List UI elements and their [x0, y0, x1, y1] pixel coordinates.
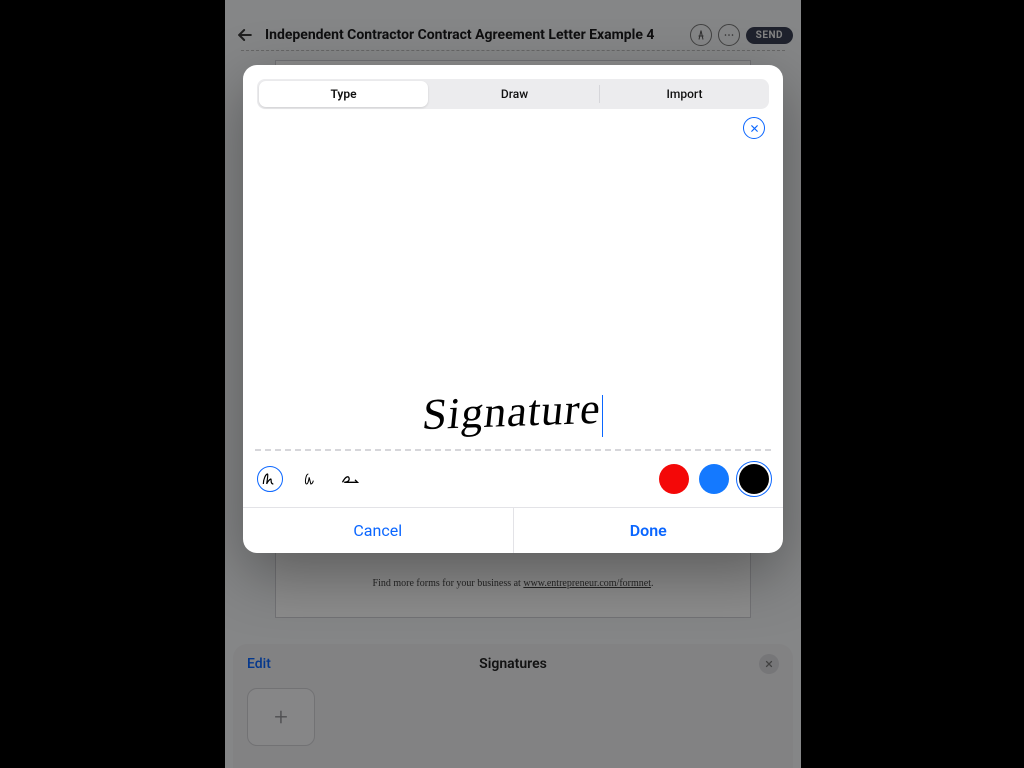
- font-style-2[interactable]: [297, 466, 323, 492]
- signature-mode-tabs: Type Draw Import: [257, 79, 769, 109]
- tab-draw[interactable]: Draw: [430, 79, 599, 109]
- font-style-picker: [257, 466, 363, 492]
- typed-signature-text: Signature: [420, 383, 604, 440]
- text-caret: [602, 395, 603, 437]
- cancel-button[interactable]: Cancel: [243, 508, 513, 553]
- signature-canvas[interactable]: Signature: [243, 109, 783, 443]
- font-style-3[interactable]: [337, 466, 363, 492]
- done-button[interactable]: Done: [514, 508, 784, 553]
- signature-tools: [243, 451, 783, 507]
- color-blue[interactable]: [699, 464, 729, 494]
- tab-type[interactable]: Type: [259, 81, 428, 107]
- color-picker: [659, 464, 769, 494]
- signature-modal: Type Draw Import Signature Cance: [243, 65, 783, 553]
- color-red[interactable]: [659, 464, 689, 494]
- font-style-1[interactable]: [257, 466, 283, 492]
- color-black[interactable]: [739, 464, 769, 494]
- modal-footer: Cancel Done: [243, 507, 783, 553]
- tab-import[interactable]: Import: [600, 79, 769, 109]
- typed-signature: Signature: [243, 386, 783, 437]
